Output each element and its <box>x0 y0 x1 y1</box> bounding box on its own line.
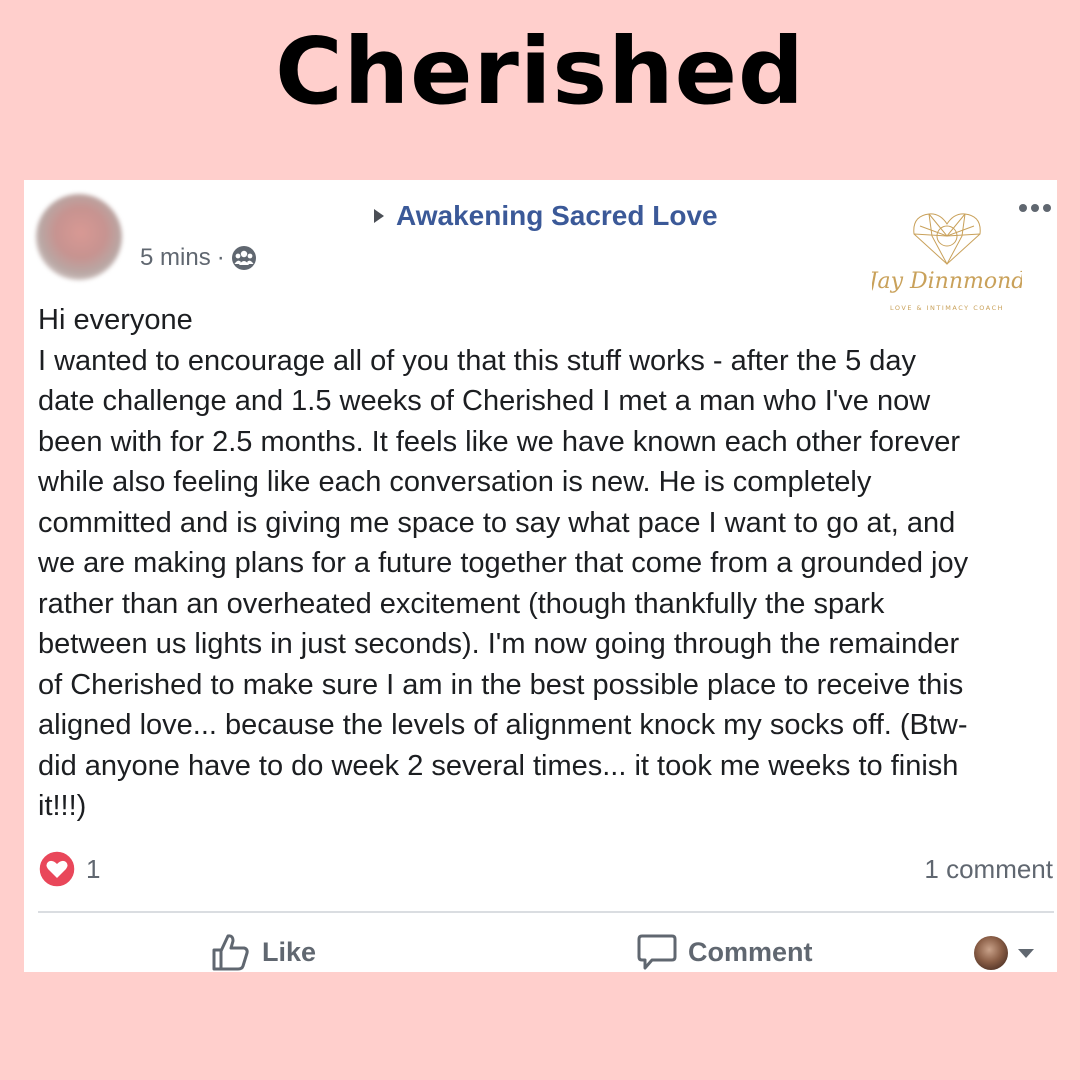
logo-signature: Jay Dinnmond <box>872 269 1022 294</box>
post-text-line: between us lights in just seconds). I'm … <box>38 628 960 660</box>
user-avatar <box>974 936 1008 970</box>
like-button[interactable]: Like <box>210 932 316 972</box>
timestamp[interactable]: 5 mins <box>140 244 211 272</box>
post-text-line: it!!!) <box>38 790 87 822</box>
reactions-summary[interactable]: 1 <box>38 850 100 888</box>
post-text-line: did anyone have to do week 2 several tim… <box>38 749 959 782</box>
comment-button[interactable]: Comment <box>636 932 813 972</box>
post-text-line: rather than an overheated excitement (th… <box>38 587 885 620</box>
group-icon[interactable] <box>231 245 257 271</box>
page-title: Cherished <box>275 18 805 125</box>
heart-icon <box>38 850 76 888</box>
meta-separator: · <box>216 244 225 271</box>
post-text-line: committed and is giving me space to say … <box>38 506 956 539</box>
divider <box>38 911 1054 913</box>
post-card: Awakening Sacred Love 5 mins · Jay Dinnm… <box>24 180 1057 972</box>
group-link[interactable]: Awakening Sacred Love <box>374 200 718 232</box>
post-text-line: I wanted to encourage all of you that th… <box>38 344 917 377</box>
profile-selector[interactable] <box>974 936 1034 970</box>
group-name[interactable]: Awakening Sacred Love <box>396 200 718 232</box>
post-text-line: of Cherished to make sure I am in the be… <box>38 668 964 701</box>
post-text-line: we are making plans for a future togethe… <box>38 547 969 579</box>
author-avatar[interactable] <box>36 194 122 280</box>
thumbs-up-icon <box>212 934 249 971</box>
like-label: Like <box>262 936 317 967</box>
chevron-down-icon <box>1018 948 1034 958</box>
post-text-line: while also feeling like each conversatio… <box>38 466 872 498</box>
reaction-count: 1 <box>86 853 101 884</box>
post-meta: 5 mins · <box>140 244 257 272</box>
more-options-icon[interactable] <box>1017 198 1053 218</box>
post-text: Hi everyone I wanted to encourage all of … <box>38 300 1043 827</box>
post-text-line: Hi everyone <box>38 304 193 336</box>
comment-label: Comment <box>688 936 813 967</box>
comment-count[interactable]: 1 comment <box>924 854 1053 885</box>
comment-bubble-icon <box>637 934 677 970</box>
arrow-right-icon <box>374 209 384 223</box>
post-text-line: been with for 2.5 months. It feels like … <box>38 425 961 458</box>
post-text-line: aligned love... because the levels of al… <box>38 709 968 741</box>
post-text-line: date challenge and 1.5 weeks of Cherishe… <box>38 385 931 417</box>
